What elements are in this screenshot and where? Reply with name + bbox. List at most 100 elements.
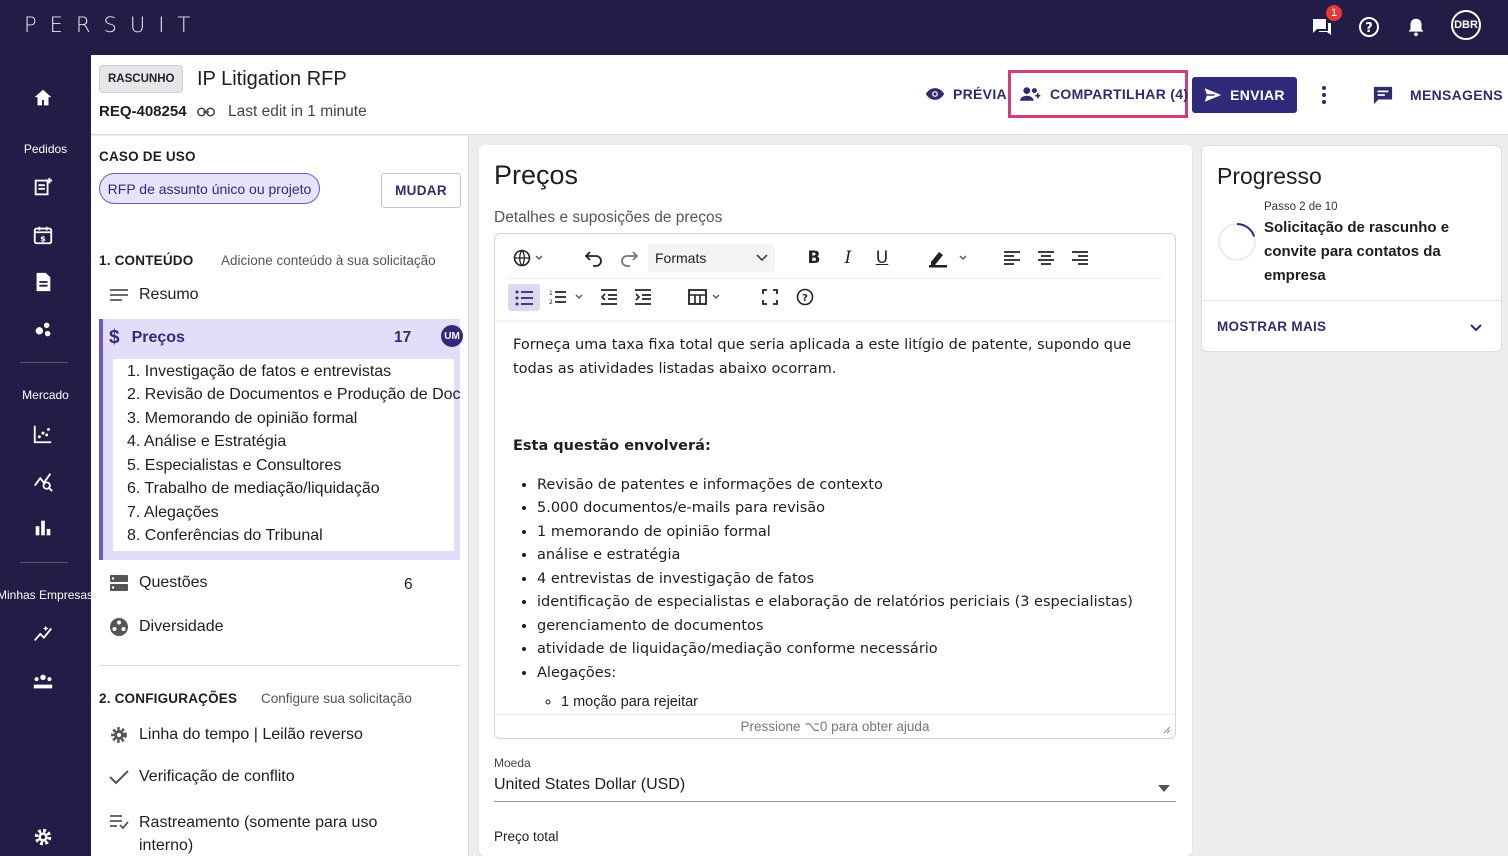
table-icon[interactable] [688,285,724,309]
precos-subitems: 1. Investigação de fatos e entrevistas 2… [113,359,461,551]
request-header: RASCUNHO IP Litigation RFP REQ-408254 La… [91,55,1508,135]
analytics-search-icon[interactable] [31,469,55,493]
network-icon[interactable] [31,317,55,341]
nav-item-timeline[interactable]: Linha do tempo | Leilão reverso [109,725,363,745]
show-more-button[interactable]: MOSTRAR MAIS [1217,319,1326,334]
activities-list: Revisão de patentes e informações de con… [513,474,1163,686]
numbered-list-icon[interactable]: 12 [548,285,588,309]
expand-chevron-icon[interactable] [1470,324,1482,332]
user-avatar[interactable]: DBR [1451,10,1481,40]
rich-text-editor[interactable]: Formats B I U 12 ? Forneça uma taxa fixa… [494,233,1176,739]
step-title: Solicitação de rascunho e convite para c… [1264,219,1450,284]
svg-text:2: 2 [549,299,553,305]
fullscreen-icon[interactable] [758,285,782,309]
send-button[interactable]: ENVIAR [1192,77,1297,113]
nav-item-precos-selected[interactable]: $ Preços 17 UM 1. Investigação de fatos … [99,319,463,560]
undo-icon[interactable] [582,246,606,270]
request-sections-panel: CASO DE USO RFP de assunto único ou proj… [91,136,469,856]
currency-value: United States Dollar (USD) [494,776,686,793]
align-center-icon[interactable] [1034,246,1058,270]
indent-icon[interactable] [631,285,655,309]
align-left-icon[interactable] [1000,246,1024,270]
lines-icon [110,289,128,301]
svg-text:1: 1 [549,290,553,297]
progress-ring [1218,223,1256,261]
total-price-label: Preço total [494,829,559,844]
resize-handle-icon[interactable] [1163,726,1171,734]
last-edit-text: Last edit in 1 minute [228,103,367,120]
list-item[interactable]: 3. Memorando de opinião formal [127,410,357,428]
editor-content[interactable]: Forneça uma taxa fixa total que seria ap… [513,334,1163,715]
nav-item-diversidade[interactable]: Diversidade [109,617,223,637]
section-divider [99,665,461,666]
list-item[interactable]: 1. Investigação de fatos e entrevistas [127,363,391,381]
messages-label: MENSAGENS [1410,87,1503,103]
align-right-icon[interactable] [1068,246,1092,270]
redo-icon[interactable] [617,246,641,270]
scatter-chart-icon[interactable] [31,422,55,446]
send-label: ENVIAR [1230,87,1285,103]
italic-icon[interactable]: I [836,246,860,270]
help-icon[interactable]: ? [1355,13,1383,41]
list-item: análise e estratégia [537,544,1163,568]
rail-section-minhas-empresas: Minhas Empresas [0,588,94,602]
list-item[interactable]: 4. Análise e Estratégia [127,433,286,451]
list-item: identificação de especialistas e elabora… [537,591,1163,615]
list-item[interactable]: 5. Especialistas e Consultores [127,457,341,475]
list-item: 1 memorando de opinião formal [537,521,1163,545]
persuit-logo[interactable]: PERSUIT [24,13,203,37]
settings-icon[interactable] [31,825,55,849]
diversity-icon [110,618,128,636]
outdent-icon[interactable] [597,285,621,309]
highlight-color-icon[interactable] [926,246,972,270]
change-use-case-button[interactable]: MUDAR [381,173,461,208]
preview-label: PRÉVIA [953,86,1007,102]
home-icon[interactable] [31,86,55,110]
list-item[interactable]: 2. Revisão de Documentos e Produção de D… [127,386,461,404]
nav-item-resumo[interactable]: Resumo [109,286,199,304]
insights-icon[interactable] [31,622,55,646]
more-options-icon[interactable] [1321,85,1327,110]
nav-item-conflict-check[interactable]: Verificação de conflito [109,768,295,786]
list-item[interactable]: 7. Alegações [127,504,219,522]
nav-label: Questões [139,574,208,591]
bell-icon[interactable] [1402,13,1430,41]
sub-list: 1 moção para rejeitar [513,691,1163,715]
language-icon[interactable] [511,246,547,270]
list-item: Revisão de patentes e informações de con… [537,474,1163,498]
new-request-icon[interactable] [31,175,55,199]
document-icon[interactable] [31,270,55,294]
underline-icon[interactable]: U [870,246,894,270]
currency-label: Moeda [494,756,531,770]
add-people-icon [1020,87,1041,101]
checklist-icon [110,815,129,830]
groups-icon[interactable] [31,669,55,693]
list-item: gerenciamento de documentos [537,615,1163,639]
share-button[interactable]: COMPARTILHAR (4) [1020,86,1188,102]
link-icon[interactable] [197,105,215,124]
list-item[interactable]: 8. Conferências do Tribunal [127,527,323,545]
rail-section-mercado: Mercado [22,388,69,402]
bar-chart-icon[interactable] [31,516,55,540]
nav-item-tracking[interactable]: Rastreamento (somente para uso interno) [109,811,377,856]
formats-dropdown[interactable]: Formats [648,244,775,272]
list-item[interactable]: 6. Trabalho de mediação/liquidação [127,480,380,498]
bold-icon[interactable]: B [802,246,826,270]
message-icon [1373,86,1393,105]
top-bar: PERSUIT 1 ? DBR [0,0,1508,55]
progress-card: Progresso Passo 2 de 10 Solicitação de r… [1201,145,1502,352]
bullet-list-icon[interactable] [508,284,540,311]
calendar-dollar-icon[interactable]: $ [31,223,55,247]
tracking-label-line2: interno) [139,837,194,854]
messages-button[interactable]: MENSAGENS [1372,85,1503,105]
nav-label: Preços [131,329,185,346]
progress-title: Progresso [1217,163,1322,189]
list-item: 4 entrevistas de investigação de fatos [537,568,1163,592]
nav-item-questoes[interactable]: Questões [109,574,207,592]
svg-text:$: $ [40,233,46,243]
preview-button[interactable]: PRÉVIA [925,86,1007,102]
currency-select[interactable]: United States Dollar (USD) [494,776,1176,802]
help-circle-icon[interactable]: ? [793,285,817,309]
check-icon [109,770,129,785]
